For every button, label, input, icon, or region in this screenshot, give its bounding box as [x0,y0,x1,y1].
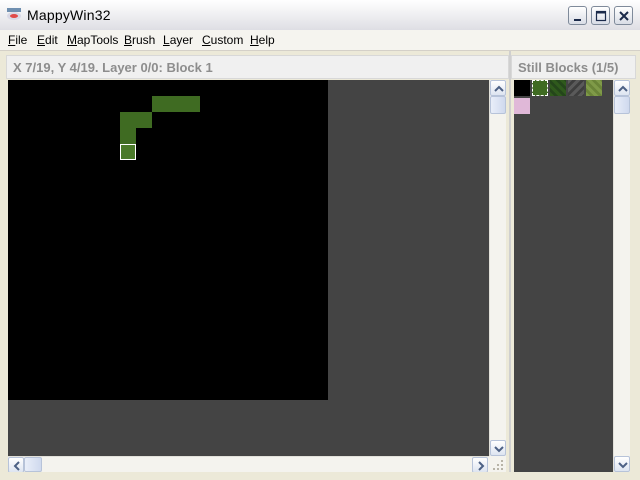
map-viewport[interactable] [8,80,489,456]
map-canvas[interactable] [8,80,328,400]
minimize-button[interactable] [568,6,587,25]
divider [0,51,640,53]
chevron-down-icon [494,446,504,453]
menu-custom-label: ustom [210,33,244,47]
maximize-button[interactable] [591,6,610,25]
block-2[interactable] [550,80,566,96]
map-cursor-tile[interactable] [120,144,136,160]
block-3[interactable] [568,80,584,96]
palette-vertical-scrollbar[interactable] [613,80,630,472]
menu-layer[interactable]: Layer [163,33,193,47]
window-bottom-edge [0,472,640,480]
map-vertical-scrollbar[interactable] [489,80,506,456]
map-horizontal-scrollbar[interactable] [8,456,489,473]
block-0[interactable] [514,80,530,96]
menu-bar: File Edit MapTools Brush Layer Custom He… [0,30,640,51]
close-button[interactable] [614,6,633,25]
horizontal-scroll-thumb[interactable] [24,457,42,472]
title-bar[interactable]: MappyWin32 [0,0,640,31]
chevron-up-icon [494,85,504,92]
map-tile[interactable] [120,112,152,128]
palette-scroll-down-button[interactable] [614,456,630,472]
menu-maptools[interactable]: MapTools [67,33,118,47]
menu-brush[interactable]: Brush [124,33,155,47]
scroll-right-button[interactable] [472,457,488,473]
menu-brush-label: rush [132,33,156,47]
palette-scroll-up-button[interactable] [614,80,630,96]
window-title: MappyWin32 [27,7,111,23]
menu-file[interactable]: File [8,33,27,47]
block-palette[interactable] [514,80,613,472]
menu-help[interactable]: Help [250,33,275,47]
menu-custom[interactable]: Custom [202,33,243,47]
block-5[interactable] [514,98,530,114]
mappy-app-icon [7,8,21,20]
blocks-panel-title: Still Blocks (1/5) [518,60,619,75]
chevron-down-icon [618,462,628,469]
resize-grip-icon [493,460,503,470]
maximize-icon [595,10,607,22]
panel-splitter[interactable] [509,51,511,476]
map-status-bar: X 7/19, Y 4/19. Layer 0/0: Block 1 [6,55,509,79]
app-window: MappyWin32 File Edit MapTools Brush Laye… [0,0,640,480]
close-icon [619,11,629,21]
scroll-up-button[interactable] [490,80,506,96]
menu-layer-label: ayer [169,33,194,47]
resize-grip[interactable] [489,456,506,472]
scroll-left-button[interactable] [8,457,24,473]
palette-scroll-thumb[interactable] [614,96,630,114]
menu-file-label: ile [15,33,28,47]
map-tile[interactable] [152,96,200,112]
minimize-icon [574,19,581,21]
vertical-scroll-thumb[interactable] [490,96,506,114]
map-tile[interactable] [120,128,136,144]
scroll-down-button[interactable] [490,440,506,456]
menu-edit-label: dit [45,33,58,47]
menu-edit[interactable]: Edit [37,33,58,47]
chevron-up-icon [618,85,628,92]
menu-maptools-label: apTools [77,33,119,47]
block-1-selected[interactable] [532,80,548,96]
map-status-text: X 7/19, Y 4/19. Layer 0/0: Block 1 [13,60,213,75]
blocks-panel-header: Still Blocks (1/5) [511,55,636,79]
menu-help-label: elp [258,33,275,47]
block-4[interactable] [586,80,602,96]
